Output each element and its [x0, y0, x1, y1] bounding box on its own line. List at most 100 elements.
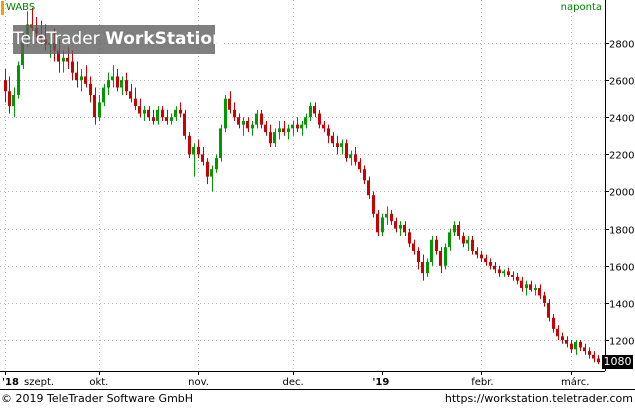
candle-body: [273, 132, 276, 144]
candle-body: [120, 80, 123, 88]
footer-url-link[interactable]: https://workstation.teletrader.com: [445, 390, 633, 408]
candle-body: [376, 213, 379, 233]
candle-body: [466, 239, 469, 244]
candle-body: [439, 250, 442, 266]
candle-body: [264, 124, 267, 133]
candle-body: [111, 76, 114, 81]
plot-background: [0, 0, 605, 371]
candle-body: [408, 232, 411, 244]
candle-body: [98, 102, 101, 118]
candle-body: [556, 328, 559, 337]
candle-body: [129, 91, 132, 99]
candle-body: [179, 109, 182, 114]
candle-body: [318, 113, 321, 125]
candle-body: [552, 317, 555, 329]
candle-body: [480, 254, 483, 259]
candle-body: [448, 232, 451, 248]
candle-body: [543, 295, 546, 303]
candle-body: [309, 106, 312, 118]
candle-body: [583, 347, 586, 352]
candle-body: [165, 117, 168, 121]
symbol-label: WABS: [6, 2, 36, 13]
candle-body: [322, 124, 325, 129]
candle-body: [125, 80, 128, 92]
candle-body: [183, 113, 186, 136]
candle-body: [93, 94, 96, 118]
candle-body: [588, 351, 591, 355]
candle-body: [4, 80, 7, 92]
y-tick-label: 2600: [609, 77, 634, 88]
candle-body: [215, 158, 218, 170]
candle-body: [498, 269, 501, 274]
copyright-text: © 2019 TeleTrader Software GmbH: [1, 392, 194, 405]
candle-body: [489, 262, 492, 266]
candle-body: [242, 120, 245, 125]
candle-body: [412, 243, 415, 251]
candle-body: [475, 250, 478, 255]
candle-body: [8, 91, 11, 107]
candle-body: [102, 87, 105, 103]
candle-body: [161, 109, 164, 118]
y-tick-label: 2200: [609, 151, 634, 162]
candle-body: [219, 128, 222, 159]
candle-body: [471, 239, 474, 251]
candle-body: [507, 271, 510, 276]
candle-body: [300, 124, 303, 129]
candle-body: [269, 132, 272, 144]
y-tick-label: 1800: [609, 226, 634, 237]
candle-body: [75, 72, 78, 81]
candle-body: [66, 57, 69, 62]
x-tick-label: nov.: [188, 377, 209, 388]
x-axis-ticks: '18szept.okt.nov.dec.'19febr.márc.ápr.má…: [2, 371, 589, 388]
candle-body: [201, 154, 204, 162]
candle-body: [336, 143, 339, 147]
teletrader-watermark: TeleTrader WorkStation: [13, 25, 224, 54]
candle-body: [210, 169, 213, 177]
candle-body: [462, 236, 465, 244]
candle-body: [421, 262, 424, 274]
candle-body: [331, 135, 334, 144]
candle-body: [561, 336, 564, 341]
candle-body: [188, 135, 191, 155]
candle-body: [511, 275, 514, 277]
candle-body: [143, 109, 146, 114]
last-price-marker: 1080: [602, 355, 633, 369]
candle-body: [484, 258, 487, 263]
candle-body: [426, 262, 429, 274]
candle-body: [282, 128, 285, 133]
candle-body: [89, 83, 92, 95]
candle-body: [228, 98, 231, 110]
x-tick-label: dec.: [283, 377, 304, 388]
candle-body: [174, 109, 177, 118]
candle-body: [255, 113, 258, 125]
x-tick-label: '18: [2, 377, 19, 388]
candle-body: [502, 271, 505, 274]
candle-body: [529, 284, 532, 290]
candle-body: [399, 224, 402, 229]
candle-body: [71, 61, 74, 73]
candle-body: [547, 302, 550, 318]
candle-body: [534, 288, 537, 290]
candle-body: [134, 98, 137, 107]
candle-body: [206, 161, 209, 177]
candle-body: [435, 239, 438, 251]
y-tick-label: 2800: [609, 40, 634, 51]
y-tick-label: 1200: [609, 337, 634, 348]
candle-body: [403, 224, 406, 233]
candle-body: [390, 213, 393, 222]
candle-body: [565, 340, 568, 344]
candle-body: [345, 143, 348, 159]
candle-body: [313, 106, 316, 114]
candle-body: [260, 113, 263, 125]
y-tick-label: 2400: [609, 114, 634, 125]
candle-body: [358, 161, 361, 170]
candle-body: [224, 98, 227, 129]
candle-body: [363, 169, 366, 181]
candle-body: [62, 57, 65, 62]
candle-body: [349, 154, 352, 159]
price-chart: 1200 1400 1600 1800 2000 2200 2400 2600 2800 '18…: [0, 0, 634, 388]
candle-body: [116, 76, 119, 88]
candle-body: [570, 343, 573, 350]
candle-body: [327, 128, 330, 136]
footer-bar: © 2019 TeleTrader Software GmbH https://…: [0, 389, 635, 408]
